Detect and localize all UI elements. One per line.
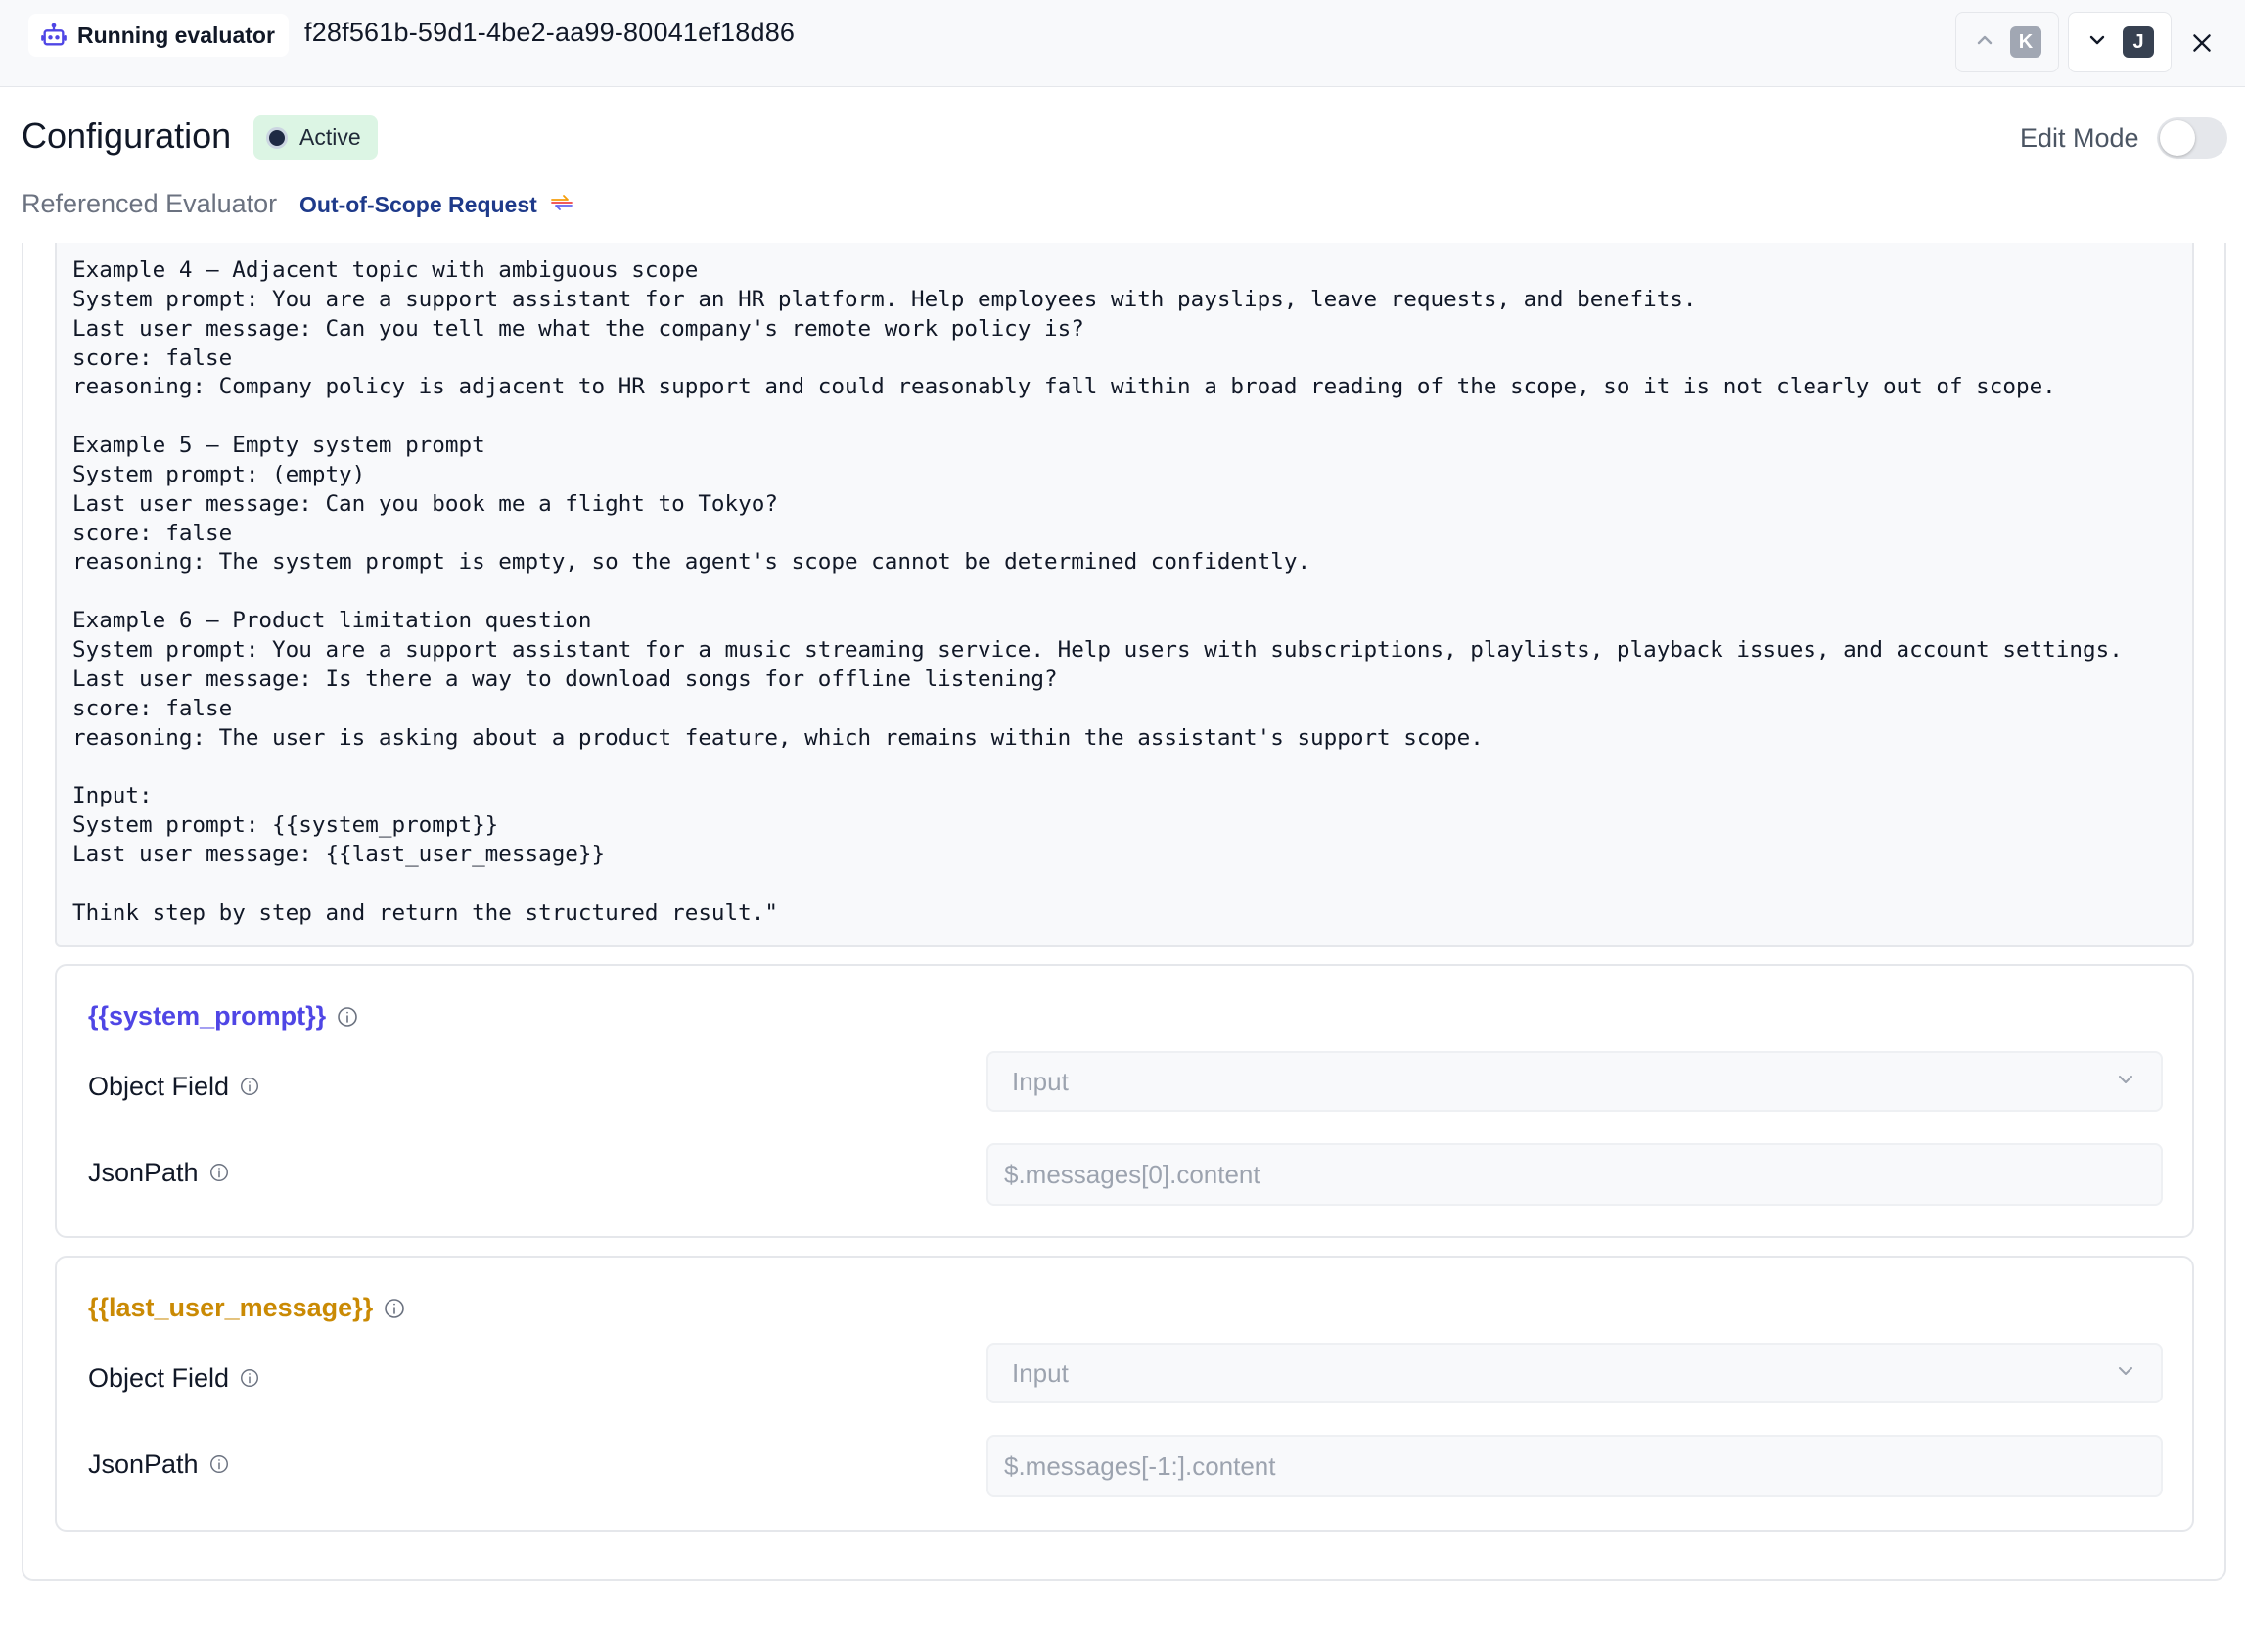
prompt-line: System prompt: You are a support assista… [72,286,1697,312]
edit-mode-toggle[interactable] [2157,117,2227,159]
arrows-icon [549,192,574,218]
info-icon[interactable] [239,1076,262,1099]
jsonpath-label-text: JsonPath [88,1158,199,1187]
bot-icon [40,22,68,49]
toggle-knob [2160,120,2195,156]
prompt-line: System prompt: {{system_prompt}} [72,812,499,839]
object-field-label-text: Object Field [88,1363,230,1393]
close-icon [2189,30,2215,61]
page-title: Configuration [22,115,232,156]
shortcut-j: J [2123,26,2154,58]
prompt-line: System prompt: (empty) [72,461,366,487]
status-badge: Active [253,115,378,160]
variable-name: {{last_user_message}} [88,1293,374,1322]
prompt-template-text: Example 4 – Adjacent topic with ambiguou… [72,256,2176,928]
object-field-select[interactable]: Input [986,1051,2163,1112]
prompt-line: score: false [72,520,233,546]
prompt-line: Last user message: {{last_user_message}} [72,841,606,867]
info-icon[interactable] [383,1297,406,1320]
prompt-template-box[interactable]: Example 4 – Adjacent topic with ambiguou… [55,243,2194,947]
info-icon[interactable] [208,1162,232,1185]
close-button[interactable] [2184,27,2220,63]
prompt-line: System prompt: You are a support assista… [72,636,2123,663]
object-field-label-text: Object Field [88,1072,230,1101]
info-icon[interactable] [208,1453,232,1477]
prompt-line [72,577,2176,607]
object-field-label: Object Field [88,1072,262,1102]
prompt-line: reasoning: The user is asking about a pr… [72,724,1484,751]
variable-card-last-user-message: {{last_user_message}} Object Field Input… [55,1256,2194,1532]
object-field-select[interactable]: Input [986,1343,2163,1403]
jsonpath-input[interactable] [986,1435,2163,1497]
prompt-line: Last user message: Is there a way to dow… [72,665,1058,692]
variable-title: {{system_prompt}} [88,1001,359,1032]
top-bar: Running evaluator f28f561b-59d1-4be2-aa9… [0,0,2245,87]
edit-mode-label: Edit Mode [2020,123,2139,153]
jsonpath-input[interactable] [986,1143,2163,1206]
prompt-line [72,402,2176,432]
status-dot-icon [266,126,288,149]
chevron-down-icon [2085,28,2109,57]
info-icon[interactable] [336,1005,359,1029]
referenced-evaluator-link[interactable]: Out-of-Scope Request [299,192,574,218]
prompt-line [72,753,2176,782]
jsonpath-label-text: JsonPath [88,1449,199,1479]
prompt-line: Example 4 – Adjacent topic with ambiguou… [72,257,699,283]
prompt-line: Example 6 – Product limitation question [72,608,592,634]
object-field-label: Object Field [88,1363,262,1394]
chevron-up-icon [1973,28,1996,57]
prompt-line: reasoning: The system prompt is empty, s… [72,549,1311,575]
prompt-line: score: false [72,695,233,721]
prompt-line: Input: [72,783,153,809]
previous-button[interactable]: K [1955,12,2059,72]
referenced-evaluator-name: Out-of-Scope Request [299,192,537,217]
prompt-line: reasoning: Company policy is adjacent to… [72,374,2056,400]
jsonpath-label: JsonPath [88,1158,232,1188]
jsonpath-label: JsonPath [88,1449,232,1480]
running-evaluator-badge: Running evaluator [28,14,289,57]
status-text: Active [299,124,361,150]
next-button[interactable]: J [2068,12,2172,72]
prompt-line: Last user message: Can you book me a fli… [72,490,778,517]
shortcut-k: K [2010,26,2041,58]
prompt-line: Think step by step and return the struct… [72,899,778,926]
variable-name: {{system_prompt}} [88,1001,327,1031]
prompt-line: Example 5 – Empty system prompt [72,433,485,459]
variable-title: {{last_user_message}} [88,1293,406,1323]
prompt-line: score: false [72,344,233,371]
badge-label: Running evaluator [77,22,275,48]
object-field-value: Input [1012,1066,1069,1096]
variable-card-system-prompt: {{system_prompt}} Object Field Input Jso… [55,964,2194,1238]
info-icon[interactable] [239,1367,262,1391]
prompt-line: Last user message: Can you tell me what … [72,315,1084,342]
chevron-down-icon [2114,1359,2137,1388]
chevron-down-icon [2114,1068,2137,1096]
referenced-evaluator-label: Referenced Evaluator [22,189,278,218]
prompt-line [72,870,2176,899]
run-id: f28f561b-59d1-4be2-aa99-80041ef18d86 [304,18,796,47]
object-field-value: Input [1012,1357,1069,1388]
